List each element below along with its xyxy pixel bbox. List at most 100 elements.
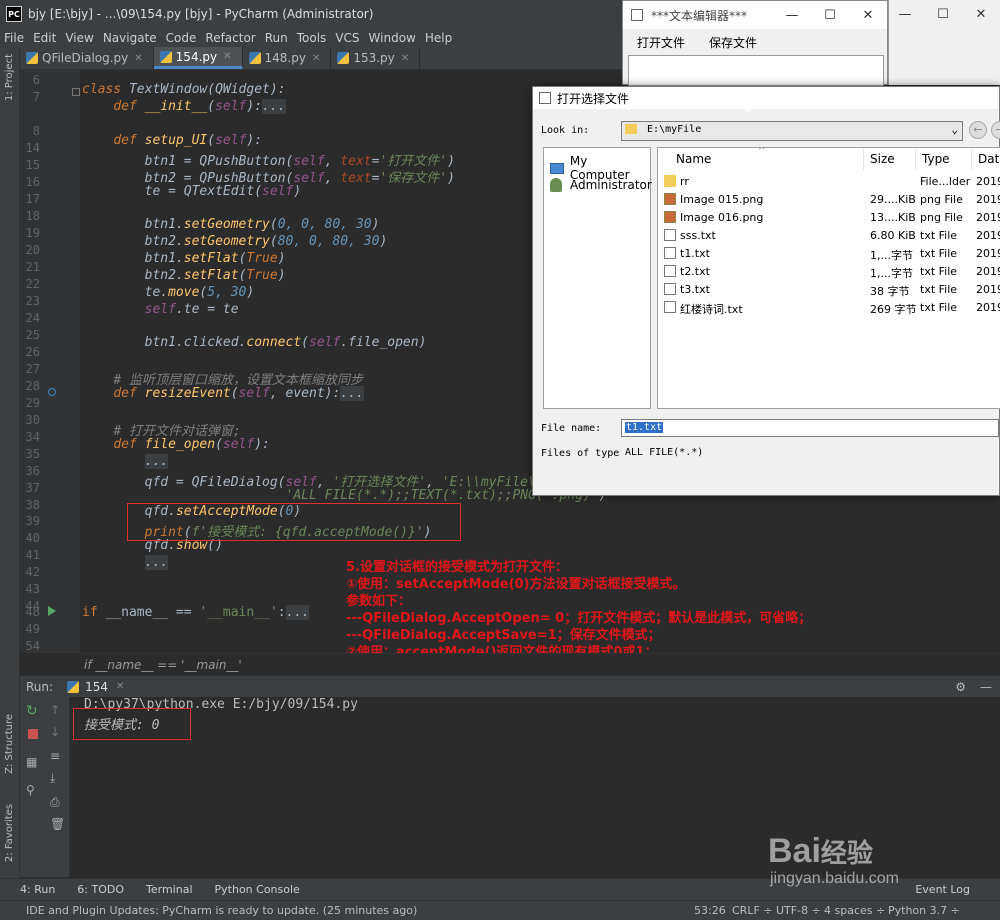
scroll-end-icon[interactable]: ⤓ [50,771,55,786]
menu-vcs[interactable]: VCS [335,31,359,45]
file-row[interactable]: t2.txt 1,...字节 txt File 2019 [658,263,1000,281]
structure-tool-tab[interactable]: Z: Structure [4,714,15,774]
text-editor-titlebar: ***文本编辑器*** — ☐ ✕ [623,1,887,29]
trash-icon[interactable]: 🗑 [50,817,65,831]
tool-tab-run[interactable]: 4: Run [20,883,55,896]
pin-icon[interactable]: ⚲ [26,783,35,797]
menu-edit[interactable]: Edit [33,31,56,45]
line-number: 17 [25,192,40,206]
file-row[interactable]: t1.txt 1,...字节 txt File 2019 [658,245,1000,263]
line-separator[interactable]: CRLF ÷ [732,904,773,917]
file-row[interactable]: sss.txt 6.80 KiB txt File 2019 [658,227,1000,245]
soft-wrap-icon[interactable]: ≡ [50,749,60,763]
image-file-icon [664,211,676,223]
forward-button[interactable]: → [991,121,1000,139]
menu-view[interactable]: View [65,31,93,45]
text-edit-area[interactable] [628,55,884,86]
menu-code[interactable]: Code [166,31,197,45]
menu-navigate[interactable]: Navigate [103,31,157,45]
file-row[interactable]: Image 016.png 13....KiB png File 2019 [658,209,1000,227]
tab-153[interactable]: 153.py ✕ [331,47,421,69]
file-list[interactable]: Name Size Type Date ^ rr File...lder 201… [657,147,1000,409]
caret-position[interactable]: 53:26 [694,904,726,917]
line-number: 23 [25,294,40,308]
column-header-date[interactable]: Date [972,148,1000,170]
breadcrumb[interactable]: if __name__ == '__main__' [80,653,1000,675]
tool-tab-todo[interactable]: 6: TODO [77,883,124,896]
line-number: 28 [25,379,40,393]
line-number: 38 [25,498,40,512]
close-icon[interactable]: ✕ [312,53,320,64]
indent-setting[interactable]: 4 spaces ÷ [824,904,885,917]
line-number: 6 [32,73,40,87]
back-button[interactable]: ← [969,121,987,139]
close-icon[interactable]: ✕ [116,681,124,692]
look-in-label: Look in: [541,125,590,136]
file-name-input[interactable]: t1.txt [621,419,999,437]
menu-tools[interactable]: Tools [297,31,327,45]
minimize-icon[interactable]: — [886,7,924,22]
minimize-icon[interactable]: — [773,8,811,23]
menu-refactor[interactable]: Refactor [205,31,255,45]
python-interpreter[interactable]: Python 3.7 ÷ [888,904,960,917]
menu-file[interactable]: File [4,31,24,45]
file-row[interactable]: rr File...lder 2019 [658,173,1000,191]
tab-148[interactable]: 148.py ✕ [243,47,332,69]
file-row[interactable]: t3.txt 38 字节 txt File 2019 [658,281,1000,299]
tab-154[interactable]: 154.py ✕ [153,47,243,69]
override-icon[interactable] [48,388,56,396]
look-in-select[interactable]: E:\myFile ⌄ [621,121,963,141]
favorites-tool-tab[interactable]: 2: Favorites [4,804,15,862]
menu-run[interactable]: Run [265,31,288,45]
down-arrow-icon[interactable]: ↓ [50,725,60,739]
code-line-36: ... [144,454,169,469]
column-header-name[interactable]: Name [670,148,864,170]
fold-icon[interactable] [72,88,80,96]
file-encoding[interactable]: UTF-8 ÷ [776,904,821,917]
close-icon[interactable]: ✕ [223,51,231,62]
minimize-icon[interactable]: — [980,680,992,694]
close-icon[interactable]: ✕ [401,53,409,64]
save-file-button[interactable]: 保存文件 [709,34,757,51]
file-row[interactable]: Image 015.png 29....KiB png File 2019 [658,191,1000,209]
maximize-icon[interactable]: ☐ [811,8,849,23]
code-line-39: 'ALL FILE(*.*);;TEXT(*.txt);;PNG(*.png)'… [285,488,607,503]
stop-icon[interactable] [28,729,38,739]
line-number: 34 [25,430,40,444]
tab-qfiledialog[interactable]: QFileDialog.py ✕ [20,47,154,69]
run-label: Run: [26,679,54,694]
close-icon[interactable]: ✕ [849,8,887,23]
gear-icon[interactable]: ⚙ [955,680,966,694]
tool-tab-python-console[interactable]: Python Console [215,883,300,896]
sidebar-item-administrator[interactable]: Administrator [550,178,652,192]
file-row[interactable]: 红楼诗词.txt 269 字节 txt File 2019 [658,299,1000,317]
print-icon[interactable]: ⎙ [50,795,60,810]
window-title: bjy [E:\bjy] - ...\09\154.py [bjy] - PyC… [28,7,374,21]
code-line-30: def resizeEvent(self, event):... [113,386,364,401]
event-log-button[interactable]: Event Log [915,883,970,896]
layout-icon[interactable]: ▦ [26,755,37,769]
column-header-type[interactable]: Type [916,148,972,170]
maximize-icon[interactable]: ☐ [924,7,962,22]
text-file-icon [664,301,676,313]
run-gutter-icon[interactable] [48,606,56,616]
tool-tab-terminal[interactable]: Terminal [146,883,193,896]
project-tool-tab[interactable]: 1: Project [4,54,15,101]
files-of-type-select[interactable]: ALL FILE(*.*) [621,444,999,462]
status-bar: IDE and Plugin Updates: PyCharm is ready… [0,900,1000,920]
run-config-tab[interactable]: 154 [85,680,108,694]
open-file-button[interactable]: 打开文件 [637,34,685,51]
text-file-icon [664,229,676,241]
watermark-url: jingyan.baidu.com [770,870,899,887]
line-number: 43 [25,582,40,596]
text-editor-window: ***文本编辑器*** — ☐ ✕ 打开文件 保存文件 [622,0,888,86]
run-panel-header: Run: 154 ✕ ⚙ — [20,675,1000,697]
close-icon[interactable]: ✕ [962,7,1000,22]
rerun-icon[interactable]: ↻ [26,703,38,719]
column-header-size[interactable]: Size [864,148,916,170]
close-icon[interactable]: ✕ [134,53,142,64]
up-arrow-icon[interactable]: ↑ [50,703,60,717]
status-message[interactable]: IDE and Plugin Updates: PyCharm is ready… [26,904,417,917]
menu-window[interactable]: Window [369,31,416,45]
menu-help[interactable]: Help [425,31,452,45]
